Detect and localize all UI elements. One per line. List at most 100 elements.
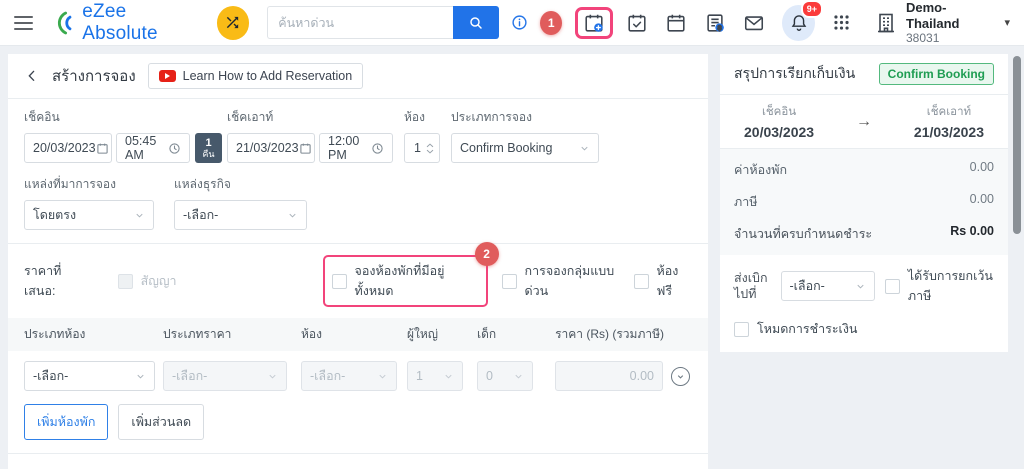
checkbox-icon[interactable]	[884, 278, 900, 294]
amount-due-label: จำนวนที่ครบกำหนดชำระ	[734, 227, 873, 241]
room-type-header: ประเภทห้อง	[24, 327, 86, 341]
notification-count-badge: 9+	[800, 0, 823, 18]
page-title-row: สร้างการจอง Learn How to Add Reservation	[8, 54, 708, 99]
price-value: 0.00	[629, 369, 654, 383]
tax-exempt-label: ได้รับการยกเว้นภาษี	[907, 269, 993, 303]
checkout-group: เช็คเอาท์ 21/03/2023 12:00 PM	[227, 108, 393, 163]
contract-label: สัญญา	[140, 274, 177, 288]
add-room-button[interactable]: เพิ่มห้องพัก	[24, 404, 109, 440]
hamburger-menu-icon[interactable]	[14, 15, 34, 30]
room-type-value: -เลือก-	[33, 369, 69, 383]
checkin-time-value: 05:45 AM	[125, 134, 157, 162]
child-select: 0	[477, 361, 533, 391]
app-logo[interactable]: eZee Absolute	[51, 1, 200, 45]
bill-to-label-line2: ไปที่	[734, 287, 757, 301]
logo-arcs-icon	[51, 10, 77, 36]
chevron-down-icon	[267, 371, 278, 382]
header-icon-cluster: 1 $ 9+ Demo- Thailand 38031 ▾	[540, 0, 1010, 45]
property-switcher[interactable]: Demo- Thailand 38031 ▾	[874, 0, 1010, 45]
search-input[interactable]	[267, 6, 454, 39]
tax-exempt-checkbox[interactable]: ได้รับการยกเว้นภาษี	[884, 266, 994, 306]
booking-source-select[interactable]: โดยตรง	[24, 200, 154, 230]
annotation-step-1: 1	[540, 10, 563, 35]
checkout-label: เช็คเอาท์	[227, 110, 274, 124]
nights-badge: 1 คืน	[195, 133, 222, 163]
billing-summary-title: สรุปการเรียกเก็บเงิน	[734, 65, 856, 81]
property-code: 38031	[906, 31, 940, 46]
summary-checkout-date: 21/03/2023	[913, 124, 984, 140]
vertical-scrollbar[interactable]	[1013, 56, 1021, 234]
folio-billing-icon[interactable]: $	[704, 12, 726, 34]
checkout-date-field[interactable]: 21/03/2023	[227, 133, 315, 163]
checkbox-icon[interactable]	[331, 273, 347, 289]
divider	[8, 243, 708, 244]
building-icon	[874, 11, 898, 35]
back-chevron-icon[interactable]	[24, 68, 40, 84]
rooms-label: ห้อง	[404, 110, 425, 124]
learn-video-button[interactable]: Learn How to Add Reservation	[147, 63, 364, 89]
payment-mode-label: โหมดการชำระเงิน	[757, 322, 858, 336]
summary-dates: เช็คอิน 20/03/2023 → เช็คเอาท์ 21/03/202…	[720, 95, 1008, 149]
booking-source-value: โดยตรง	[33, 208, 77, 222]
mail-icon[interactable]	[743, 12, 765, 34]
quick-switch-button[interactable]	[216, 5, 250, 40]
checkbox-icon[interactable]	[734, 321, 749, 337]
page-title: สร้างการจอง	[52, 68, 136, 85]
rooms-value: 1	[414, 141, 421, 155]
quick-group-booking-checkbox[interactable]: การจองกลุ่มแบบด่วน	[501, 261, 634, 301]
checkout-time-field[interactable]: 12:00 PM	[319, 133, 393, 163]
room-select: -เลือก-	[301, 361, 397, 391]
charge-row: ค่าห้องพัก 0.00	[734, 154, 994, 186]
room-type-select[interactable]: -เลือก-	[24, 361, 155, 391]
checkin-date-value: 20/03/2023	[33, 141, 96, 155]
booking-source-label: แหล่งที่มาการจอง	[24, 177, 116, 191]
add-discount-button[interactable]: เพิ่มส่วนลด	[118, 404, 205, 440]
checkbox-icon[interactable]	[633, 273, 649, 289]
search-button[interactable]	[453, 6, 500, 39]
chevron-down-icon	[134, 210, 145, 221]
business-source-group: แหล่งธุรกิจ -เลือก-	[174, 175, 307, 230]
top-header: eZee Absolute 1	[0, 0, 1024, 46]
price-header: ราคา (Rs) (รวมภาษี)	[555, 327, 664, 341]
checkout-time-value: 12:00 PM	[328, 134, 360, 162]
apps-grid-icon[interactable]	[832, 13, 851, 32]
rooms-group: ห้อง 1	[393, 108, 440, 163]
book-all-rooms-checkbox[interactable]: จองห้องพักที่มีอยู่ทั้งหมด	[331, 261, 479, 301]
rooms-stepper[interactable]: 1	[404, 133, 440, 163]
row-expand-button[interactable]	[671, 366, 690, 386]
checkbox-icon[interactable]	[501, 273, 517, 289]
new-reservation-calendar-plus-icon[interactable]	[583, 12, 605, 34]
notifications-button[interactable]: 9+	[782, 0, 823, 41]
free-room-checkbox[interactable]: ห้องฟรี	[633, 261, 693, 301]
child-value: 0	[486, 369, 493, 383]
clock-icon	[168, 142, 181, 155]
calendar-icon[interactable]	[665, 12, 687, 34]
adult-value: 1	[416, 369, 423, 383]
summary-checkout: เช็คเอาท์ 21/03/2023	[914, 103, 984, 140]
booking-options-row: ราคาที่เสนอ: สัญญา 2 จองห้องพักที่มีอยู่…	[24, 242, 693, 307]
info-icon[interactable]	[511, 14, 528, 31]
checkout-date-value: 21/03/2023	[236, 141, 299, 155]
reservation-list-calendar-check-icon[interactable]	[626, 12, 648, 34]
calendar-icon	[299, 142, 312, 155]
checkin-date-field[interactable]: 20/03/2023	[24, 133, 112, 163]
booking-type-value: Confirm Booking	[460, 141, 553, 155]
row-action-buttons: เพิ่มห้องพัก เพิ่มส่วนลด	[24, 404, 692, 440]
rate-table-row: -เลือก- -เลือก- -เลือก- 1 0 0.00	[24, 361, 692, 391]
property-name: Demo- Thailand	[906, 0, 960, 31]
checkin-time-field[interactable]: 05:45 AM	[116, 133, 190, 163]
tax-value: 0.00	[969, 192, 994, 206]
bill-to-label: ส่งเบิก ไปที่	[734, 270, 771, 303]
payment-mode-checkbox[interactable]: โหมดการชำระเงิน	[734, 319, 994, 339]
chevron-down-icon	[443, 371, 454, 382]
booking-type-select[interactable]: Confirm Booking	[451, 133, 599, 163]
adult-select: 1	[407, 361, 463, 391]
learn-video-label: Learn How to Add Reservation	[182, 69, 353, 83]
annotation-highlight-box-2: 2 จองห้องพักที่มีอยู่ทั้งหมด	[322, 242, 499, 307]
business-source-select[interactable]: -เลือก-	[174, 200, 307, 230]
rate-type-select: -เลือก-	[163, 361, 287, 391]
bill-to-select[interactable]: -เลือก-	[780, 271, 875, 301]
svg-text:$: $	[718, 24, 722, 31]
stepper-arrows-icon[interactable]	[426, 142, 434, 154]
room-value: -เลือก-	[310, 369, 346, 383]
